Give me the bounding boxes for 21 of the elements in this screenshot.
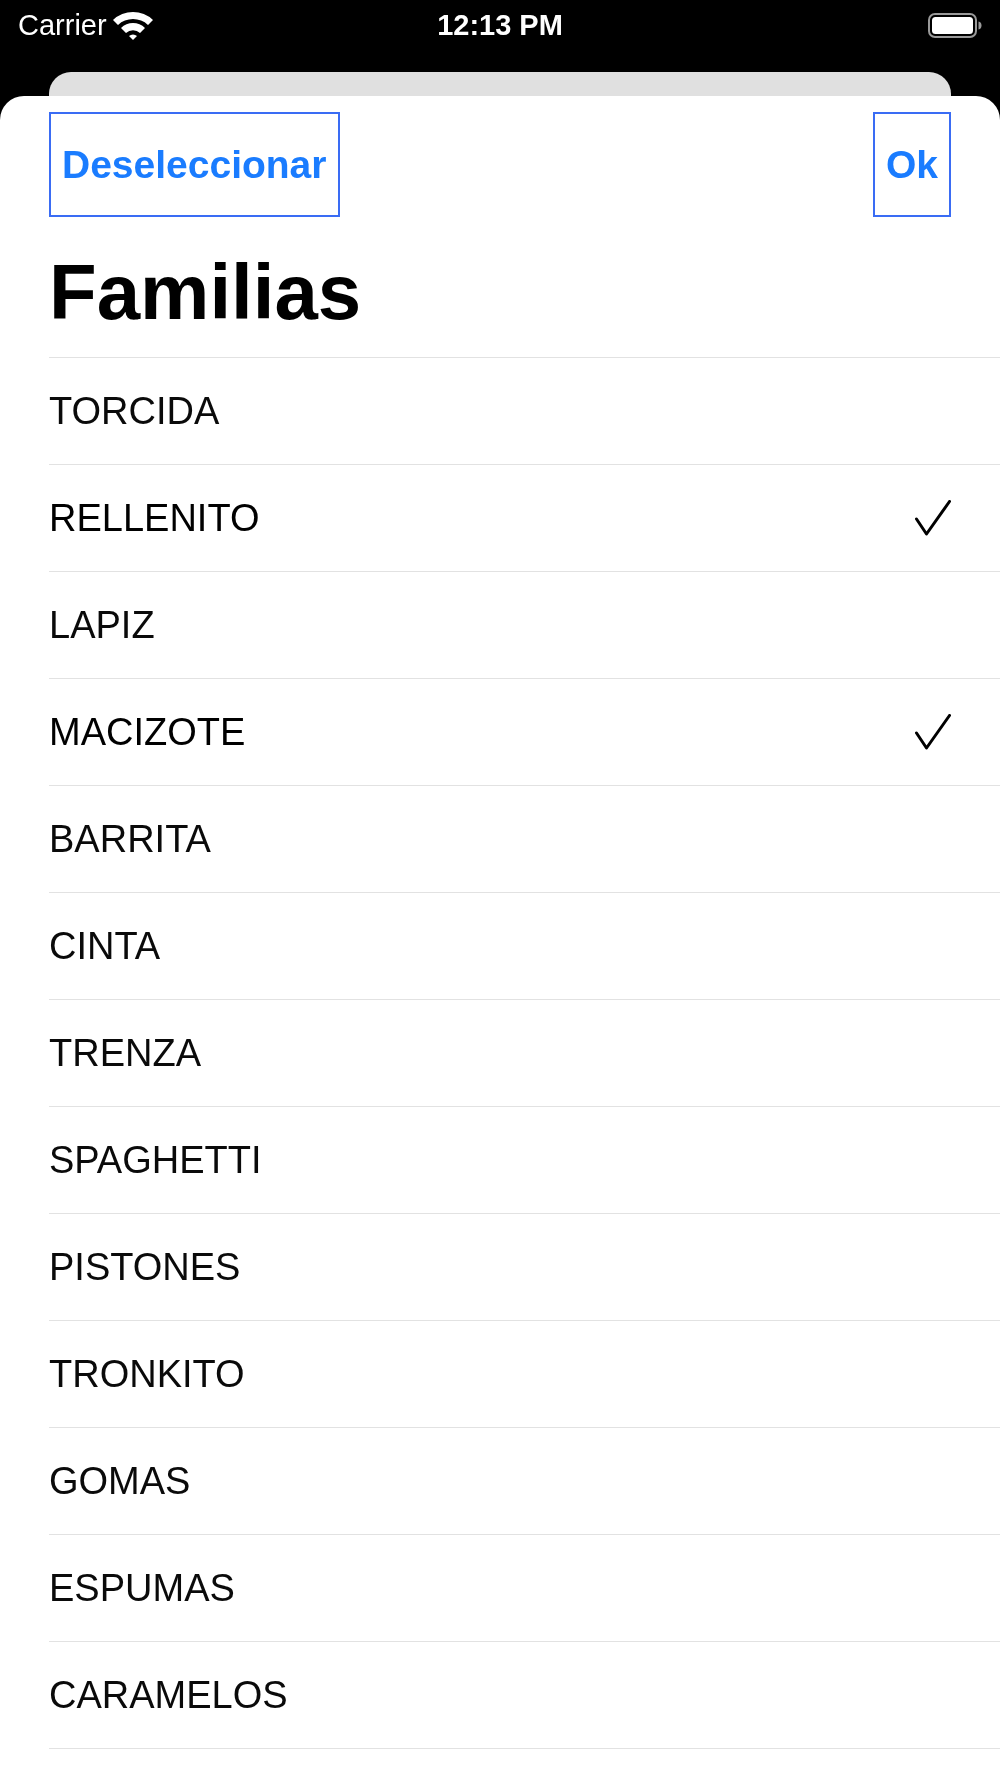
deselect-button[interactable]: Deseleccionar — [49, 112, 340, 217]
family-option[interactable]: TRENZA — [49, 1000, 1000, 1107]
family-option[interactable]: SPAGHETTI — [49, 1107, 1000, 1214]
checkmark-icon — [915, 500, 951, 536]
family-option[interactable]: PISTONES — [49, 1214, 1000, 1321]
family-option[interactable]: GOMAS — [49, 1428, 1000, 1535]
family-option[interactable]: CARAMELOS — [49, 1642, 1000, 1749]
family-option[interactable]: BARRITA — [49, 786, 1000, 893]
family-option[interactable]: ESPUMAS — [49, 1535, 1000, 1642]
family-option[interactable]: CINTA — [49, 893, 1000, 1000]
clock-time: 12:13 PM — [437, 10, 563, 40]
battery-icon — [928, 12, 982, 38]
family-option[interactable]: MACIZOTE — [49, 679, 1000, 786]
checkmark-icon — [915, 714, 951, 750]
family-option[interactable]: LAPIZ — [49, 572, 1000, 679]
ok-button[interactable]: Ok — [872, 112, 951, 217]
family-option[interactable]: RELLENITO — [49, 465, 1000, 572]
carrier-label: Carrier — [18, 10, 107, 40]
family-option[interactable]: TORCIDA — [49, 358, 1000, 465]
sheet-title: Familias — [49, 253, 363, 331]
family-option[interactable]: TRONKITO — [49, 1321, 1000, 1428]
